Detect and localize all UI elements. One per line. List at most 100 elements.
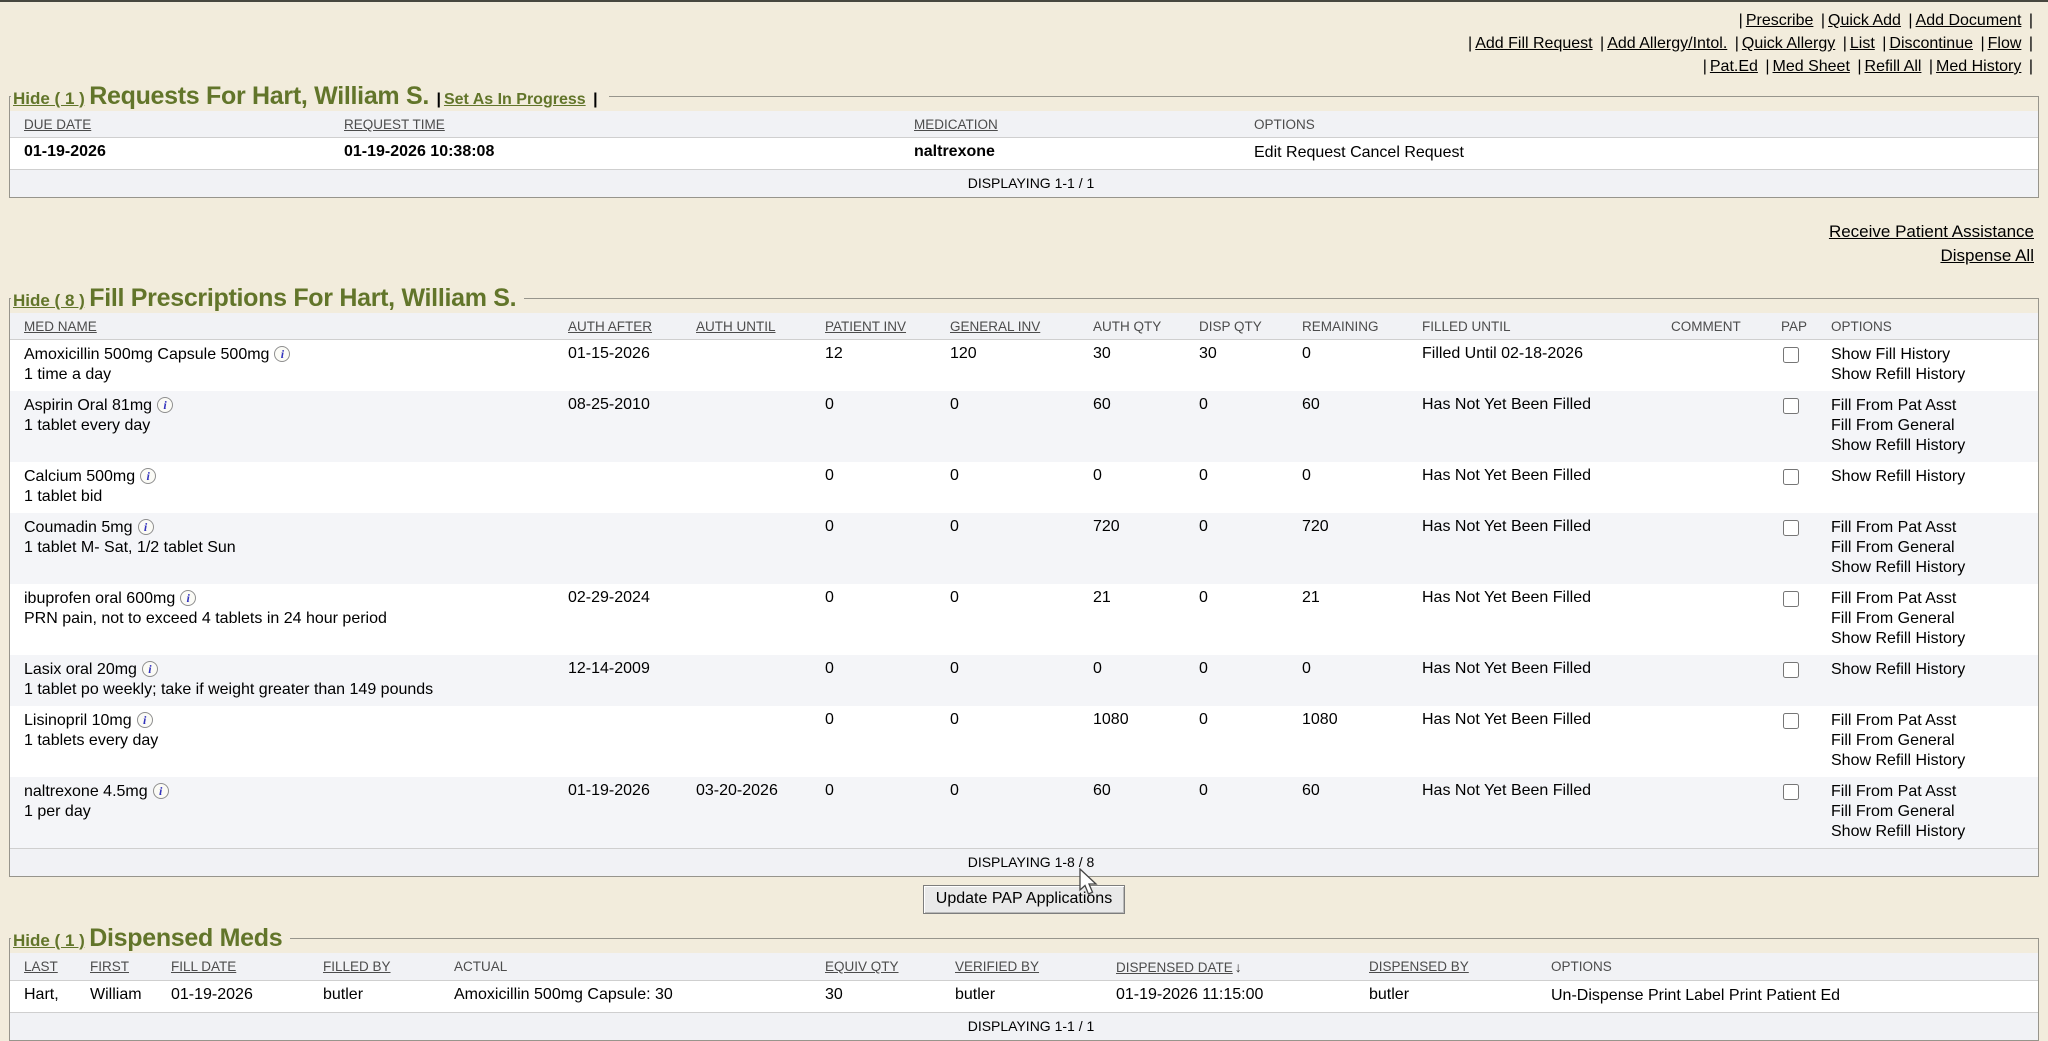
info-icon[interactable]: i bbox=[140, 468, 156, 484]
col-filled-until: FILLED UNTIL bbox=[1422, 319, 1511, 334]
fill-from-pat-asst-link[interactable]: Fill From Pat Asst bbox=[1831, 518, 2034, 538]
fill-displaying: DISPLAYING 1-8 / 8 bbox=[10, 849, 2038, 877]
auth-after: 02-29-2024 bbox=[568, 584, 696, 655]
nav-link-list[interactable]: List bbox=[1850, 35, 1875, 52]
requests-section-legend: Hide ( 1 ) Requests For Hart, William S.… bbox=[11, 82, 609, 111]
fill-from-pat-asst-link[interactable]: Fill From Pat Asst bbox=[1831, 711, 2034, 731]
show-refill-history-link[interactable]: Show Refill History bbox=[1831, 365, 2034, 385]
nav-link-quick-add[interactable]: Quick Add bbox=[1828, 12, 1901, 29]
edit-request-link[interactable]: Edit Request bbox=[1254, 144, 1346, 161]
dispense-all-link[interactable]: Dispense All bbox=[14, 244, 2034, 268]
show-refill-history-link[interactable]: Show Refill History bbox=[1831, 660, 2034, 680]
med-row-naltrexone: naltrexone 4.5mgi1 per day 01-19-2026 03… bbox=[10, 777, 2038, 849]
show-refill-history-link[interactable]: Show Refill History bbox=[1831, 558, 2034, 578]
general-inv: 0 bbox=[950, 777, 1093, 849]
print-patient-ed-link[interactable]: Print Patient Ed bbox=[1729, 987, 1840, 1004]
fill-from-general-link[interactable]: Fill From General bbox=[1831, 731, 2034, 751]
show-refill-history-link[interactable]: Show Refill History bbox=[1831, 822, 2034, 842]
fill-from-general-link[interactable]: Fill From General bbox=[1831, 416, 2034, 436]
fill-hide-link[interactable]: Hide ( 8 ) bbox=[13, 291, 85, 310]
fill-from-general-link[interactable]: Fill From General bbox=[1831, 538, 2034, 558]
show-refill-history-link[interactable]: Show Refill History bbox=[1831, 629, 2034, 649]
fill-from-general-link[interactable]: Fill From General bbox=[1831, 802, 2034, 822]
remaining: 0 bbox=[1302, 462, 1422, 513]
col-fill-date[interactable]: FILL DATE bbox=[171, 959, 236, 974]
col-last[interactable]: LAST bbox=[24, 959, 58, 974]
patient-inv: 0 bbox=[825, 513, 950, 584]
pap-checkbox[interactable] bbox=[1783, 784, 1799, 800]
nav-separator: | bbox=[2026, 35, 2036, 52]
nav-link-add-fill-request[interactable]: Add Fill Request bbox=[1475, 35, 1592, 52]
pap-checkbox[interactable] bbox=[1783, 591, 1799, 607]
nav-row-2: |Add Fill Request |Add Allergy/Intol. |Q… bbox=[12, 32, 2036, 55]
col-comment: COMMENT bbox=[1671, 319, 1741, 334]
nav-link-med-sheet[interactable]: Med Sheet bbox=[1773, 58, 1850, 75]
info-icon[interactable]: i bbox=[137, 712, 153, 728]
dispensed-filled-by: butler bbox=[323, 981, 454, 1013]
col-patient-inv[interactable]: PATIENT INV bbox=[825, 319, 906, 334]
pap-checkbox[interactable] bbox=[1783, 469, 1799, 485]
pap-checkbox[interactable] bbox=[1783, 713, 1799, 729]
patient-inv: 0 bbox=[825, 655, 950, 706]
fill-from-pat-asst-link[interactable]: Fill From Pat Asst bbox=[1831, 396, 2034, 416]
patient-inv: 0 bbox=[825, 462, 950, 513]
pap-checkbox[interactable] bbox=[1783, 662, 1799, 678]
auth-qty: 30 bbox=[1093, 340, 1199, 392]
receive-patient-assistance-link[interactable]: Receive Patient Assistance bbox=[14, 220, 2034, 244]
show-refill-history-link[interactable]: Show Refill History bbox=[1831, 751, 2034, 771]
show-fill-history-link[interactable]: Show Fill History bbox=[1831, 345, 2034, 365]
print-label-link[interactable]: Print Label bbox=[1648, 987, 1725, 1004]
general-inv: 0 bbox=[950, 706, 1093, 777]
pap-checkbox[interactable] bbox=[1783, 398, 1799, 414]
col-due-date[interactable]: DUE DATE bbox=[24, 117, 91, 132]
nav-link-med-history[interactable]: Med History bbox=[1936, 58, 2021, 75]
pap-checkbox[interactable] bbox=[1783, 347, 1799, 363]
dispensed-hide-link[interactable]: Hide ( 1 ) bbox=[13, 931, 85, 950]
nav-link-discontinue[interactable]: Discontinue bbox=[1889, 35, 1973, 52]
info-icon[interactable]: i bbox=[157, 397, 173, 413]
info-icon[interactable]: i bbox=[153, 783, 169, 799]
col-auth-after[interactable]: AUTH AFTER bbox=[568, 319, 652, 334]
info-icon[interactable]: i bbox=[142, 661, 158, 677]
fill-from-general-link[interactable]: Fill From General bbox=[1831, 609, 2034, 629]
auth-after: 12-14-2009 bbox=[568, 655, 696, 706]
pap-checkbox[interactable] bbox=[1783, 520, 1799, 536]
requests-displaying: DISPLAYING 1-1 / 1 bbox=[10, 170, 2038, 198]
requests-hide-link[interactable]: Hide ( 1 ) bbox=[13, 89, 85, 108]
col-med-name[interactable]: MED NAME bbox=[24, 319, 97, 334]
col-dispensed-date[interactable]: DISPENSED DATE bbox=[1116, 960, 1233, 975]
set-as-in-progress-link[interactable]: Set As In Progress bbox=[444, 91, 586, 108]
fill-from-pat-asst-link[interactable]: Fill From Pat Asst bbox=[1831, 589, 2034, 609]
col-filled-by[interactable]: FILLED BY bbox=[323, 959, 391, 974]
nav-link-add-document[interactable]: Add Document bbox=[1916, 12, 2022, 29]
col-dispensed-by[interactable]: DISPENSED BY bbox=[1369, 959, 1469, 974]
nav-link-add-allergy[interactable]: Add Allergy/Intol. bbox=[1607, 35, 1727, 52]
nav-link-prescribe[interactable]: Prescribe bbox=[1746, 12, 1814, 29]
med-sig: 1 tablets every day bbox=[24, 731, 564, 751]
show-refill-history-link[interactable]: Show Refill History bbox=[1831, 436, 2034, 456]
med-name: Coumadin 5mg bbox=[24, 519, 133, 536]
nav-link-refill-all[interactable]: Refill All bbox=[1865, 58, 1922, 75]
col-auth-until[interactable]: AUTH UNTIL bbox=[696, 319, 776, 334]
col-verified-by[interactable]: VERIFIED BY bbox=[955, 959, 1039, 974]
col-request-time[interactable]: REQUEST TIME bbox=[344, 117, 445, 132]
un-dispense-link[interactable]: Un-Dispense bbox=[1551, 987, 1643, 1004]
filled-until: Has Not Yet Been Filled bbox=[1422, 777, 1671, 849]
info-icon[interactable]: i bbox=[274, 346, 290, 362]
info-icon[interactable]: i bbox=[138, 519, 154, 535]
info-icon[interactable]: i bbox=[180, 590, 196, 606]
update-pap-applications-button[interactable]: Update PAP Applications bbox=[923, 885, 1125, 914]
col-medication[interactable]: MEDICATION bbox=[914, 117, 998, 132]
show-refill-history-link[interactable]: Show Refill History bbox=[1831, 467, 2034, 487]
fill-from-pat-asst-link[interactable]: Fill From Pat Asst bbox=[1831, 782, 2034, 802]
col-general-inv[interactable]: GENERAL INV bbox=[950, 319, 1040, 334]
cancel-request-link[interactable]: Cancel Request bbox=[1350, 144, 1464, 161]
requests-table-header: DUE DATE REQUEST TIME MEDICATION OPTIONS bbox=[10, 111, 2038, 138]
col-first[interactable]: FIRST bbox=[90, 959, 129, 974]
nav-link-pat-ed[interactable]: Pat.Ed bbox=[1710, 58, 1758, 75]
nav-link-quick-allergy[interactable]: Quick Allergy bbox=[1742, 35, 1835, 52]
remaining: 720 bbox=[1302, 513, 1422, 584]
col-equiv-qty[interactable]: EQUIV QTY bbox=[825, 959, 899, 974]
nav-link-flow[interactable]: Flow bbox=[1988, 35, 2022, 52]
dispensed-row: Hart, William 01-19-2026 butler Amoxicil… bbox=[10, 981, 2038, 1013]
